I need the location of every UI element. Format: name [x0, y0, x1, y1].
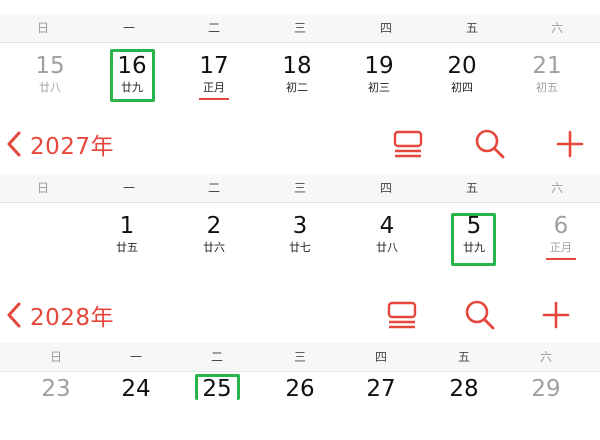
day-cell[interactable]: 1 廿五: [84, 203, 170, 278]
search-button[interactable]: [470, 124, 510, 164]
search-icon: [465, 300, 495, 330]
day-number: 26: [285, 376, 315, 402]
lunar-date: 廿八: [39, 81, 61, 94]
add-event-button[interactable]: [536, 295, 576, 335]
day-number: 20: [447, 53, 477, 79]
week-row: 1 廿五 2 廿六 3 廿七 4 廿八 5 廿九 6 正月: [0, 203, 600, 278]
lunar-month-marker: [546, 258, 576, 260]
day-cell[interactable]: 19 初三: [336, 43, 422, 118]
lunar-date: 正月: [203, 81, 225, 94]
search-button[interactable]: [460, 295, 500, 335]
weekday-sat: 六: [550, 21, 563, 35]
day-number: 21: [532, 53, 562, 79]
week-row: 15 廿八 16 廿九 17 正月 18 初二 19 初三 20 初四 21 初…: [0, 43, 600, 118]
day-cell[interactable]: 6 正月: [518, 203, 600, 278]
calendar-header: 2028年: [0, 295, 600, 335]
lunar-date: 廿六: [203, 241, 225, 254]
day-cell[interactable]: 21 初五: [504, 43, 590, 118]
selected-day-highlight: [195, 374, 240, 400]
plus-icon: [542, 301, 570, 329]
lunar-date: 廿七: [289, 241, 311, 254]
day-cell[interactable]: 28: [421, 365, 507, 440]
chevron-left-icon: [7, 131, 21, 157]
add-event-button[interactable]: [550, 124, 590, 164]
day-cell[interactable]: 2 廿六: [171, 203, 257, 278]
lunar-date: 初二: [286, 81, 308, 94]
week-row: 23 24 25 26 27 28 29: [0, 365, 600, 440]
calendar-header: 2027年: [0, 124, 600, 164]
selected-day-highlight: [451, 213, 496, 266]
list-view-button[interactable]: [382, 295, 422, 335]
weekday-header-row: 日 一 二 三 四 五 六: [0, 14, 600, 43]
lunar-date: 廿八: [376, 241, 398, 254]
search-icon: [475, 129, 505, 159]
day-number: 27: [366, 376, 396, 402]
weekday-header-row: 日 一 二 三 四 五 六: [0, 174, 600, 203]
lunar-date: 初三: [368, 81, 390, 94]
day-cell[interactable]: 3 廿七: [257, 203, 343, 278]
weekday-thu: 四: [379, 181, 392, 195]
weekday-sat: 六: [550, 181, 563, 195]
weekday-tue: 二: [207, 21, 220, 35]
day-number: 6: [553, 213, 569, 239]
list-view-icon: [387, 301, 417, 329]
weekday-mon: 一: [122, 181, 135, 195]
year-label: 2027年: [30, 134, 115, 160]
day-number: 23: [41, 376, 71, 402]
lunar-date: 初四: [451, 81, 473, 94]
weekday-sun: 日: [36, 181, 49, 195]
list-view-icon: [393, 130, 423, 158]
day-number: 1: [119, 213, 135, 239]
plus-icon: [556, 130, 584, 158]
day-cell[interactable]: 26: [257, 365, 343, 440]
weekday-sun: 日: [36, 21, 49, 35]
day-cell[interactable]: 4 廿八: [344, 203, 430, 278]
day-number: 2: [206, 213, 222, 239]
day-number: 28: [449, 376, 479, 402]
day-cell[interactable]: 27: [338, 365, 424, 440]
day-number: 24: [121, 376, 151, 402]
lunar-date: 初五: [536, 81, 558, 94]
weekday-wed: 三: [293, 181, 306, 195]
day-cell[interactable]: 15 廿八: [7, 43, 93, 118]
day-number: 4: [379, 213, 395, 239]
weekday-fri: 五: [465, 21, 478, 35]
weekday-tue: 二: [207, 181, 220, 195]
day-cell[interactable]: 24: [93, 365, 179, 440]
back-button[interactable]: 2028年: [0, 295, 150, 335]
day-number: 15: [35, 53, 65, 79]
day-number: 17: [199, 53, 229, 79]
chevron-left-icon: [7, 302, 21, 328]
lunar-date: 廿五: [116, 241, 138, 254]
weekday-fri: 五: [465, 181, 478, 195]
weekday-wed: 三: [293, 21, 306, 35]
day-cell[interactable]: 29: [503, 365, 589, 440]
day-number: 19: [364, 53, 394, 79]
day-cell[interactable]: 20 初四: [419, 43, 505, 118]
day-number: 29: [531, 376, 561, 402]
lunar-date: 正月: [550, 241, 572, 254]
weekday-mon: 一: [122, 21, 135, 35]
back-button[interactable]: 2027年: [0, 124, 150, 164]
weekday-thu: 四: [379, 21, 392, 35]
list-view-button[interactable]: [388, 124, 428, 164]
year-label: 2028年: [30, 305, 115, 331]
lunar-month-marker: [199, 98, 229, 100]
day-cell[interactable]: 18 初二: [254, 43, 340, 118]
day-cell[interactable]: 23: [13, 365, 99, 440]
selected-day-highlight: [110, 49, 155, 102]
day-cell[interactable]: 17 正月: [171, 43, 257, 118]
day-number: 3: [292, 213, 308, 239]
day-number: 18: [282, 53, 312, 79]
